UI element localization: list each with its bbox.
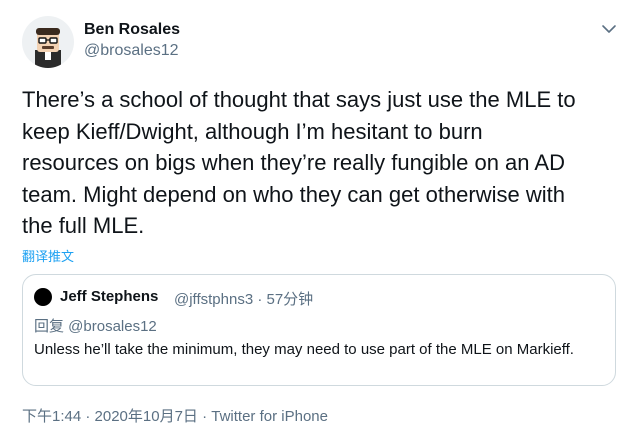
translate-tweet-link[interactable]: 翻译推文 <box>22 246 74 265</box>
chevron-down-icon[interactable] <box>600 22 618 36</box>
quoted-reply-to: 回复 @brosales12 <box>34 318 157 335</box>
tweet-text: There’s a school of thought that says ju… <box>22 87 576 238</box>
tweet-timestamp[interactable]: 下午1:44 · 2020年10月7日 · Twitter for iPhone <box>22 405 328 426</box>
author-name[interactable]: Ben Rosales <box>84 21 180 39</box>
quoted-author-meta: @jffstphns3 · 57分钟 <box>174 291 314 308</box>
author-handle[interactable]: @brosales12 <box>84 42 179 60</box>
quoted-author-name[interactable]: Jeff Stephens <box>60 288 158 305</box>
tweet: Ben Rosales @brosales12 There’s a school… <box>0 0 640 446</box>
author-avatar[interactable] <box>22 16 74 68</box>
quoted-tweet-text: Unless he’ll take the minimum, they may … <box>34 341 574 358</box>
quoted-tweet-card[interactable]: Jeff Stephens @jffstphns3 · 57分钟 回复 @bro… <box>22 274 616 386</box>
quoted-author-avatar[interactable] <box>34 288 52 306</box>
cartoon-avatar-icon <box>35 28 61 68</box>
